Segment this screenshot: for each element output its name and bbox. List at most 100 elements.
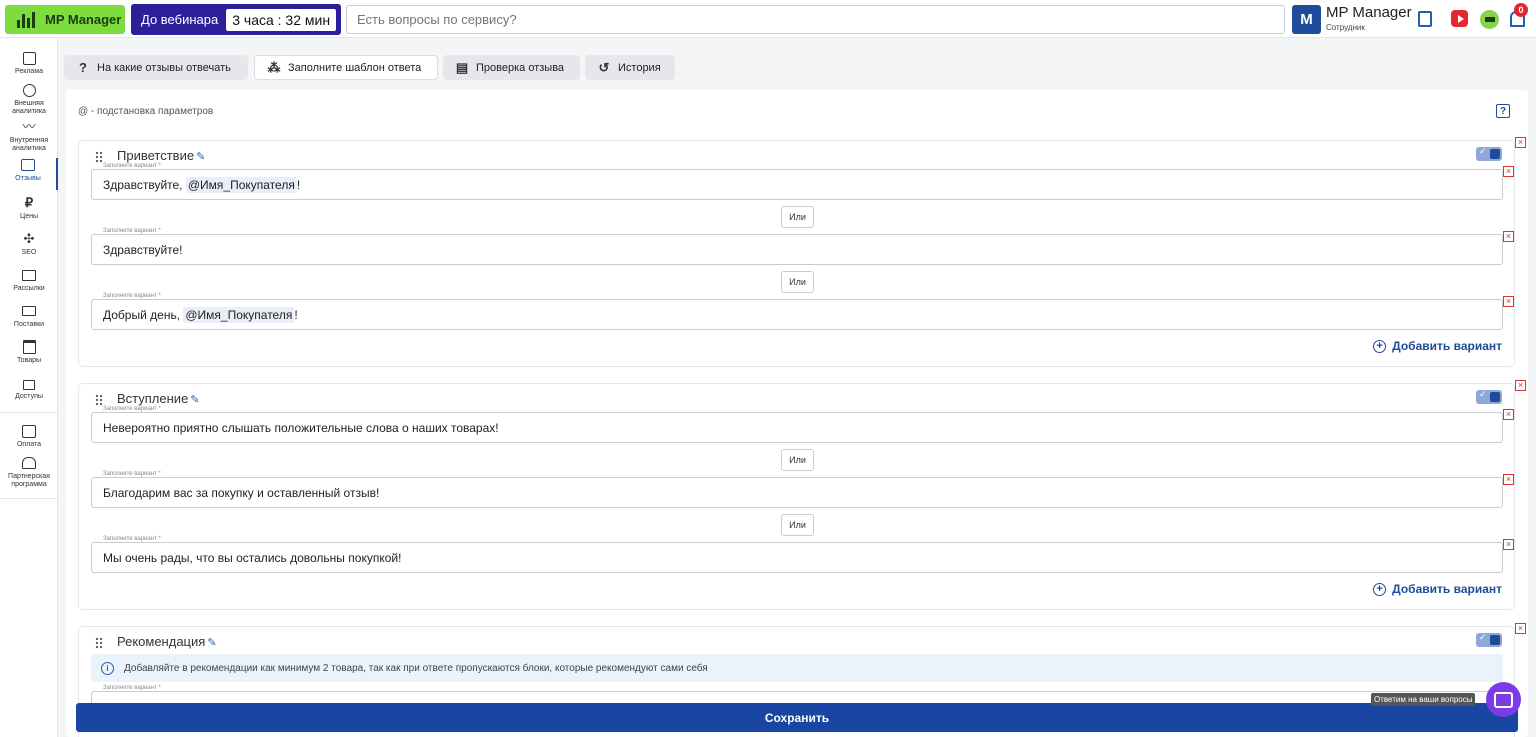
delete-variant-icon[interactable]: × bbox=[1503, 296, 1514, 307]
add-variant-button[interactable]: + Добавить вариант bbox=[1373, 339, 1502, 353]
delete-variant-icon[interactable]: × bbox=[1503, 409, 1514, 420]
partners-icon bbox=[22, 456, 36, 470]
info-icon: i bbox=[101, 661, 114, 675]
drag-handle-icon[interactable] bbox=[95, 394, 103, 406]
variant-field[interactable]: Заполните вариант * Благодарим вас за по… bbox=[91, 471, 1514, 508]
sidebar-item-partners[interactable]: Партнерская программа bbox=[0, 456, 58, 489]
sidebar-item-ads[interactable]: Реклама bbox=[0, 51, 58, 76]
delete-block-icon[interactable]: × bbox=[1515, 623, 1526, 634]
variant-field[interactable]: Заполните вариант * Здравствуйте! × bbox=[91, 228, 1514, 265]
or-button[interactable]: Или bbox=[781, 449, 814, 471]
delete-variant-icon[interactable]: × bbox=[1503, 474, 1514, 485]
copy-icon[interactable] bbox=[1416, 10, 1434, 28]
delete-variant-icon[interactable]: × bbox=[1503, 539, 1514, 550]
info-notice: i Добавляйте в рекомендации как минимум … bbox=[91, 654, 1503, 682]
mail-icon bbox=[22, 268, 36, 282]
drag-handle-icon[interactable] bbox=[95, 151, 103, 163]
sidebar-item-label: Доступы bbox=[15, 393, 43, 400]
delete-block-icon[interactable]: × bbox=[1515, 380, 1526, 391]
pencil-icon[interactable]: ✎ bbox=[207, 637, 216, 649]
sidebar: Реклама Внешняя аналитика 〰 Внутренняя а… bbox=[0, 38, 58, 737]
delete-block-icon[interactable]: × bbox=[1515, 137, 1526, 148]
plus-icon: + bbox=[1373, 582, 1387, 596]
external-analytics-icon bbox=[22, 83, 36, 97]
param-tag: @Имя_Покупателя bbox=[185, 177, 297, 193]
sidebar-item-access[interactable]: Доступы bbox=[0, 376, 58, 401]
avatar[interactable]: M bbox=[1292, 5, 1321, 34]
sidebar-item-label: Партнерская программа bbox=[8, 473, 50, 488]
sidebar-item-external-analytics[interactable]: Внешняя аналитика bbox=[0, 83, 58, 116]
or-button[interactable]: Или bbox=[781, 514, 814, 536]
sidebar-item-payment[interactable]: Оплата bbox=[0, 424, 58, 449]
block-toggle[interactable]: ✓ bbox=[1476, 389, 1502, 404]
user-role: Сотрудник bbox=[1326, 23, 1365, 32]
webinar-countdown[interactable]: До вебинара 3 часа : 32 мин bbox=[131, 4, 341, 35]
sidebar-item-supplies[interactable]: Поставки bbox=[0, 304, 58, 329]
pencil-icon[interactable]: ✎ bbox=[196, 151, 205, 163]
sidebar-item-internal-analytics[interactable]: 〰 Внутренняя аналитика bbox=[0, 120, 58, 153]
chat-tooltip: Ответим на ваши вопросы bbox=[1371, 693, 1476, 706]
user-name[interactable]: MP Manager bbox=[1326, 4, 1412, 21]
or-button[interactable]: Или bbox=[781, 206, 814, 228]
graduation-icon[interactable] bbox=[1480, 10, 1499, 29]
or-button[interactable]: Или bbox=[781, 271, 814, 293]
help-icon[interactable]: ? bbox=[1496, 104, 1510, 118]
wallet-icon bbox=[22, 424, 36, 438]
block-toggle[interactable]: ✓ bbox=[1476, 146, 1502, 161]
delete-variant-icon[interactable]: × bbox=[1503, 166, 1514, 177]
tab-which-reviews[interactable]: ? На какие отзывы отвечать bbox=[64, 55, 248, 80]
seo-icon: ✣ bbox=[23, 231, 35, 246]
plus-icon: + bbox=[1373, 339, 1387, 353]
block-title[interactable]: Рекомендация ✎ bbox=[117, 634, 217, 649]
sidebar-item-prices[interactable]: ₽ Цены bbox=[0, 196, 58, 221]
pencil-icon[interactable]: ✎ bbox=[190, 394, 199, 406]
drag-handle-icon[interactable] bbox=[95, 637, 103, 649]
sidebar-divider bbox=[0, 412, 58, 413]
sidebar-item-reviews[interactable]: Отзывы bbox=[0, 158, 58, 190]
truck-icon bbox=[22, 304, 36, 318]
tab-label: Заполните шаблон ответа bbox=[288, 61, 422, 74]
variant-field[interactable]: Заполните вариант * Добрый день, @Имя_По… bbox=[91, 293, 1514, 330]
logo-button[interactable]: MP Manager bbox=[5, 5, 125, 34]
tab-label: На какие отзывы отвечать bbox=[97, 61, 231, 74]
tab-history[interactable]: ↺ История bbox=[585, 55, 675, 80]
template-editor-panel: @ - подстановка параметров ? Приветствие… bbox=[66, 90, 1528, 737]
field-label: Заполните вариант * bbox=[102, 536, 162, 542]
variant-field[interactable]: Заполните вариант * Мы очень рады, что в… bbox=[91, 536, 1514, 573]
delete-variant-icon[interactable]: × bbox=[1503, 231, 1514, 242]
template-block-introduction: Вступление ✎ ✓ × Заполните вариант * Неве… bbox=[78, 380, 1526, 610]
field-label: Заполните вариант * bbox=[102, 228, 162, 234]
block-title[interactable]: Приветствие ✎ bbox=[117, 148, 205, 163]
notice-text: Добавляйте в рекомендации как минимум 2 … bbox=[124, 662, 708, 674]
block-title-text: Приветствие bbox=[117, 148, 195, 163]
video-icon[interactable] bbox=[1451, 10, 1468, 27]
variant-field[interactable]: Заполните вариант * Невероятно приятно с… bbox=[91, 406, 1514, 443]
ads-icon bbox=[22, 51, 36, 65]
support-search-input[interactable] bbox=[346, 5, 1285, 34]
param-hint: @ - подстановка параметров bbox=[78, 106, 214, 117]
notification-badge: 0 bbox=[1514, 3, 1528, 17]
tab-review-check[interactable]: ▤ Проверка отзыва bbox=[443, 55, 580, 80]
add-variant-button[interactable]: + Добавить вариант bbox=[1373, 582, 1502, 596]
chat-icon[interactable] bbox=[1486, 682, 1521, 717]
webinar-label: До вебинара bbox=[141, 12, 219, 27]
block-toggle[interactable]: ✓ bbox=[1476, 632, 1502, 647]
block-title[interactable]: Вступление ✎ bbox=[117, 391, 200, 406]
question-icon: ? bbox=[79, 60, 87, 75]
variant-text: Мы очень рады, что вы остались довольны … bbox=[103, 551, 402, 565]
logo-label: MP Manager bbox=[45, 12, 122, 27]
save-button[interactable]: Сохранить bbox=[76, 703, 1518, 732]
template-block-greeting: Приветствие ✎ ✓ × Заполните вариант * Здр… bbox=[78, 137, 1526, 367]
tab-fill-template[interactable]: ⁂ Заполните шаблон ответа bbox=[254, 55, 438, 80]
history-icon: ↺ bbox=[598, 59, 610, 75]
sidebar-item-products[interactable]: Товары bbox=[0, 340, 58, 365]
sidebar-item-mailings[interactable]: Рассылки bbox=[0, 268, 58, 293]
field-label: Заполните вариант * bbox=[102, 685, 162, 691]
sidebar-item-seo[interactable]: ✣ SEO bbox=[0, 232, 58, 257]
variant-text: Благодарим вас за покупку и оставленный … bbox=[103, 486, 380, 500]
variant-text: Невероятно приятно слышать положительные… bbox=[103, 421, 499, 435]
tab-label: История bbox=[618, 61, 661, 74]
variant-field[interactable]: Заполните вариант * Здравствуйте, @Имя_П… bbox=[91, 163, 1514, 200]
sidebar-divider bbox=[0, 498, 58, 499]
param-tag: @Имя_Покупателя bbox=[183, 307, 295, 323]
